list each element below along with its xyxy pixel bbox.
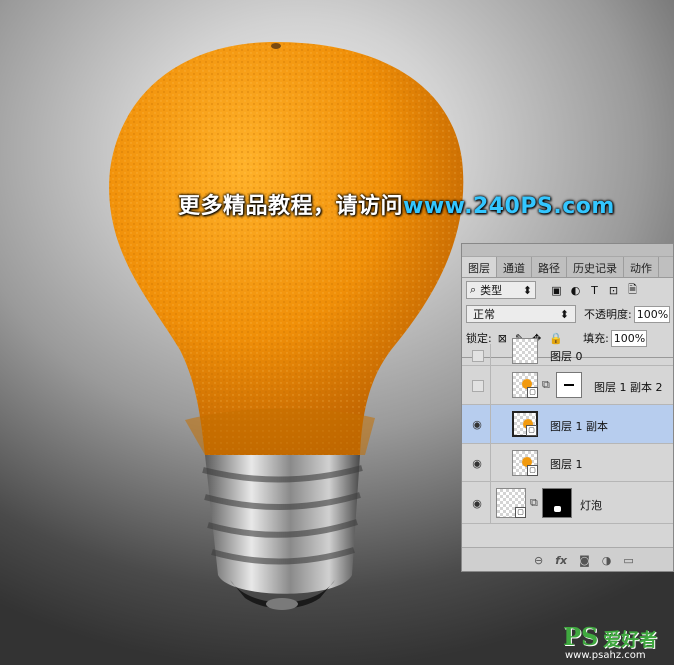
tab-layers[interactable]: 图层: [462, 257, 497, 277]
layer-thumbnail: ▢: [512, 372, 538, 398]
eye-icon[interactable]: ◉: [470, 496, 484, 510]
layer-mask-thumbnail[interactable]: [556, 372, 582, 398]
link-icon[interactable]: ⧉: [530, 496, 538, 510]
layer-name: 图层 1 副本 2: [594, 381, 663, 394]
logo-text: 爱好者: [603, 630, 657, 651]
layer-thumbnail: ▢: [512, 450, 538, 476]
layer-row-selected[interactable]: ◉ ▢ 图层 1 副本: [462, 405, 673, 444]
site-watermark: 更多精品教程，请访问www.240PS.com: [178, 188, 615, 220]
panel-bottom-bar: ⊖ fx ◙ ◑ ▭: [462, 547, 673, 571]
layers-panel: 图层 通道 路径 历史记录 动作 ⌕ 类型 ⬍ ▣ ◐ T ⊡ 🗎 正常 ⬍ 不…: [461, 243, 674, 572]
layer-name: 图层 1 副本: [550, 420, 608, 433]
logo-mark: PS: [563, 622, 599, 651]
image-filter-icon[interactable]: ▣: [550, 284, 563, 297]
site-logo: PS 爱好者 www.psahz.com: [563, 622, 671, 662]
layer-row[interactable]: ◉ ▢ 图层 1: [462, 444, 673, 482]
search-icon: ⌕: [470, 283, 477, 296]
link-icon[interactable]: ⧉: [542, 378, 550, 392]
layer-mask-thumbnail[interactable]: [542, 488, 572, 518]
bulb-screw-base: [202, 455, 363, 610]
layer-name: 图层 1: [550, 458, 583, 471]
tab-history[interactable]: 历史记录: [567, 257, 624, 277]
visibility-toggle[interactable]: [472, 380, 484, 392]
layer-row[interactable]: ◉ ▢ ⧉ 灯泡: [462, 482, 673, 524]
link-layers-icon[interactable]: ⊖: [534, 554, 543, 567]
lock-transparent-icon[interactable]: ⊠: [498, 332, 507, 345]
panel-grip[interactable]: [462, 244, 673, 257]
visibility-toggle[interactable]: [472, 350, 484, 362]
tab-paths[interactable]: 路径: [532, 257, 567, 277]
watermark-url: www.240PS.com: [403, 194, 615, 219]
smart-object-filter-icon[interactable]: 🗎: [626, 283, 639, 297]
blend-mode-value: 正常: [473, 308, 495, 321]
filter-row: ⌕ 类型 ⬍ ▣ ◐ T ⊡ 🗎: [462, 278, 673, 302]
opacity-input[interactable]: 100%: [633, 305, 670, 323]
panel-tabs: 图层 通道 路径 历史记录 动作: [462, 257, 673, 278]
filter-kind-select[interactable]: ⌕ 类型 ⬍: [466, 281, 536, 299]
shape-filter-icon[interactable]: ⊡: [607, 284, 620, 297]
watermark-text: 更多精品教程，请访问: [178, 194, 404, 219]
layer-name: 图层 0: [550, 350, 583, 363]
layer-thumbnail: ▢: [496, 488, 526, 518]
adjustment-filter-icon[interactable]: ◐: [569, 284, 582, 297]
tab-actions[interactable]: 动作: [624, 257, 659, 277]
lock-all-icon[interactable]: 🔒: [549, 332, 563, 345]
tab-channels[interactable]: 通道: [497, 257, 532, 277]
orange-bulb: [109, 42, 464, 455]
adjustment-layer-icon[interactable]: ◑: [602, 554, 612, 567]
eye-icon[interactable]: ◉: [470, 417, 484, 431]
new-group-icon[interactable]: ▭: [623, 554, 633, 567]
blend-mode-select[interactable]: 正常 ⬍: [466, 305, 576, 323]
layer-row[interactable]: 图层 0: [462, 338, 673, 366]
layer-thumbnail: ▢: [512, 411, 538, 437]
logo-url: www.psahz.com: [565, 650, 646, 661]
chevron-down-icon: ⬍: [559, 307, 569, 321]
layer-thumbnail: [512, 338, 538, 364]
layer-row[interactable]: ▢ ⧉ 图层 1 副本 2: [462, 366, 673, 405]
eye-icon[interactable]: ◉: [470, 456, 484, 470]
filter-kind-label: 类型: [480, 284, 503, 297]
add-mask-icon[interactable]: ◙: [579, 554, 590, 567]
opacity-label: 不透明度:: [584, 308, 632, 321]
layer-name: 灯泡: [580, 499, 602, 512]
fx-icon[interactable]: fx: [555, 554, 567, 567]
layer-list: 图层 0 ▢ ⧉ 图层 1 副本 2 ◉ ▢ 图层 1 副本 ◉ ▢ 图层 1: [462, 338, 673, 548]
chevron-down-icon: ⬍: [522, 283, 532, 297]
blend-row: 正常 ⬍ 不透明度: 100%: [462, 302, 673, 326]
type-filter-icon[interactable]: T: [588, 284, 601, 297]
